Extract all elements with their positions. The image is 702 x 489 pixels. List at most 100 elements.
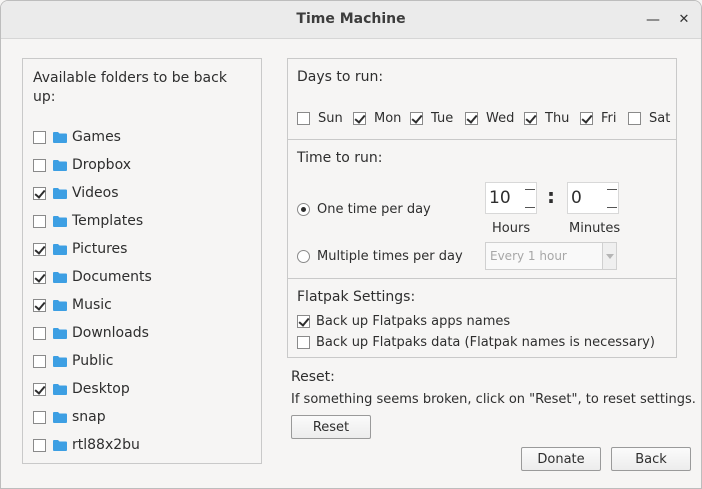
window-title: Time Machine (296, 11, 406, 27)
folder-label: Dropbox (72, 157, 131, 173)
multiple-times-radio[interactable] (297, 250, 310, 263)
day-checkbox[interactable] (580, 112, 593, 125)
time-title: Time to run: (297, 150, 383, 166)
folder-icon (53, 159, 67, 171)
day-option[interactable]: Sun (297, 111, 343, 126)
folders-title: Available folders to be back up: (33, 70, 227, 105)
folder-checkbox[interactable] (33, 326, 46, 340)
day-option[interactable]: Wed (465, 111, 514, 126)
day-option[interactable]: Fri (580, 111, 617, 126)
time-panel: Time to run: One time per day Multiple t… (287, 139, 677, 279)
hours-value[interactable]: 10 (486, 188, 524, 208)
folder-item[interactable]: rtl88x2bu (33, 435, 140, 455)
folder-checkbox[interactable] (33, 186, 46, 200)
folder-item[interactable]: Games (33, 127, 121, 147)
days-panel: Days to run: Sun Mon Tue Wed Thu Fri Sat (287, 58, 677, 140)
folder-icon (53, 383, 67, 395)
folder-item[interactable]: Videos (33, 183, 119, 203)
folder-icon (53, 355, 67, 367)
folder-item[interactable]: Dropbox (33, 155, 131, 175)
day-checkbox[interactable] (628, 112, 641, 125)
folder-checkbox[interactable] (33, 298, 46, 312)
folder-checkbox[interactable] (33, 242, 46, 256)
day-checkbox[interactable] (465, 112, 478, 125)
folder-label: snap (72, 409, 106, 425)
folder-checkbox[interactable] (33, 270, 46, 284)
folder-label: Templates (72, 213, 144, 229)
flatpak-data-option[interactable]: Back up Flatpaks data (Flatpak names is … (297, 335, 655, 350)
folder-label: Downloads (72, 325, 149, 341)
minutes-increment[interactable] (607, 189, 617, 190)
interval-value: Every 1 hour (490, 249, 567, 263)
minutes-value[interactable]: 0 (568, 188, 606, 208)
folder-checkbox[interactable] (33, 158, 46, 172)
folder-item[interactable]: Public (33, 351, 113, 371)
flatpak-panel: Flatpak Settings: Back up Flatpaks apps … (287, 278, 677, 358)
chevron-down-icon[interactable] (602, 243, 616, 269)
minutes-spinbox[interactable]: 0 (567, 182, 619, 214)
day-option[interactable]: Thu (524, 111, 569, 126)
close-button[interactable]: ✕ (673, 9, 695, 31)
folder-item[interactable]: Downloads (33, 323, 149, 343)
folder-icon (53, 327, 67, 339)
day-option[interactable]: Sat (628, 111, 670, 126)
interval-select[interactable]: Every 1 hour (485, 242, 617, 270)
flatpak-data-checkbox[interactable] (297, 336, 310, 349)
flatpak-title: Flatpak Settings: (297, 289, 416, 305)
folder-item[interactable]: Desktop (33, 379, 130, 399)
donate-button[interactable]: Donate (521, 447, 601, 471)
reset-button[interactable]: Reset (291, 415, 371, 439)
folder-checkbox[interactable] (33, 410, 46, 424)
one-time-option[interactable]: One time per day (297, 202, 431, 217)
folder-checkbox[interactable] (33, 354, 46, 368)
folder-item[interactable]: snap (33, 407, 106, 427)
one-time-label: One time per day (317, 202, 431, 217)
folder-icon (53, 215, 67, 227)
day-checkbox[interactable] (410, 112, 423, 125)
hours-decrement[interactable] (525, 207, 535, 208)
hours-increment[interactable] (525, 189, 535, 190)
day-checkbox[interactable] (353, 112, 366, 125)
flatpak-names-option[interactable]: Back up Flatpaks apps names (297, 314, 510, 329)
day-option[interactable]: Mon (353, 111, 401, 126)
folder-label: Videos (72, 185, 119, 201)
hours-spinbox[interactable]: 10 (485, 182, 537, 214)
flatpak-data-label: Back up Flatpaks data (Flatpak names is … (316, 335, 655, 350)
hours-stepper[interactable] (524, 183, 536, 213)
folder-item[interactable]: Music (33, 295, 112, 315)
multiple-times-option[interactable]: Multiple times per day (297, 249, 463, 264)
folder-label: Games (72, 129, 121, 145)
folder-icon (53, 299, 67, 311)
day-option[interactable]: Tue (410, 111, 453, 126)
minutes-stepper[interactable] (606, 183, 618, 213)
day-checkbox[interactable] (524, 112, 537, 125)
folder-icon (53, 411, 67, 423)
day-label: Fri (601, 111, 617, 126)
day-label: Sun (318, 111, 343, 126)
flatpak-names-label: Back up Flatpaks apps names (316, 314, 511, 329)
folder-item[interactable]: Templates (33, 211, 143, 231)
time-machine-window: Time Machine — ✕ Available folders to be… (0, 0, 702, 489)
minimize-button[interactable]: — (642, 9, 664, 31)
minutes-label: Minutes (569, 221, 621, 236)
folder-checkbox[interactable] (33, 438, 46, 452)
minutes-decrement[interactable] (607, 207, 617, 208)
day-label: Wed (486, 111, 515, 126)
folder-item[interactable]: Pictures (33, 239, 127, 259)
day-checkbox[interactable] (297, 112, 310, 125)
flatpak-names-checkbox[interactable] (297, 315, 310, 328)
back-button[interactable]: Back (611, 447, 691, 471)
folders-panel: Available folders to be back up: Games Dr… (22, 58, 262, 464)
days-title: Days to run: (297, 69, 384, 85)
reset-title: Reset: (291, 369, 335, 385)
multiple-times-label: Multiple times per day (317, 249, 463, 264)
one-time-radio[interactable] (297, 203, 310, 216)
folder-checkbox[interactable] (33, 382, 46, 396)
folder-checkbox[interactable] (33, 214, 46, 228)
folder-icon (53, 131, 67, 143)
folder-item[interactable]: Documents (33, 267, 152, 287)
day-label: Thu (545, 111, 570, 126)
folder-icon (53, 187, 67, 199)
time-separator: : (547, 184, 555, 208)
folder-checkbox[interactable] (33, 130, 46, 144)
